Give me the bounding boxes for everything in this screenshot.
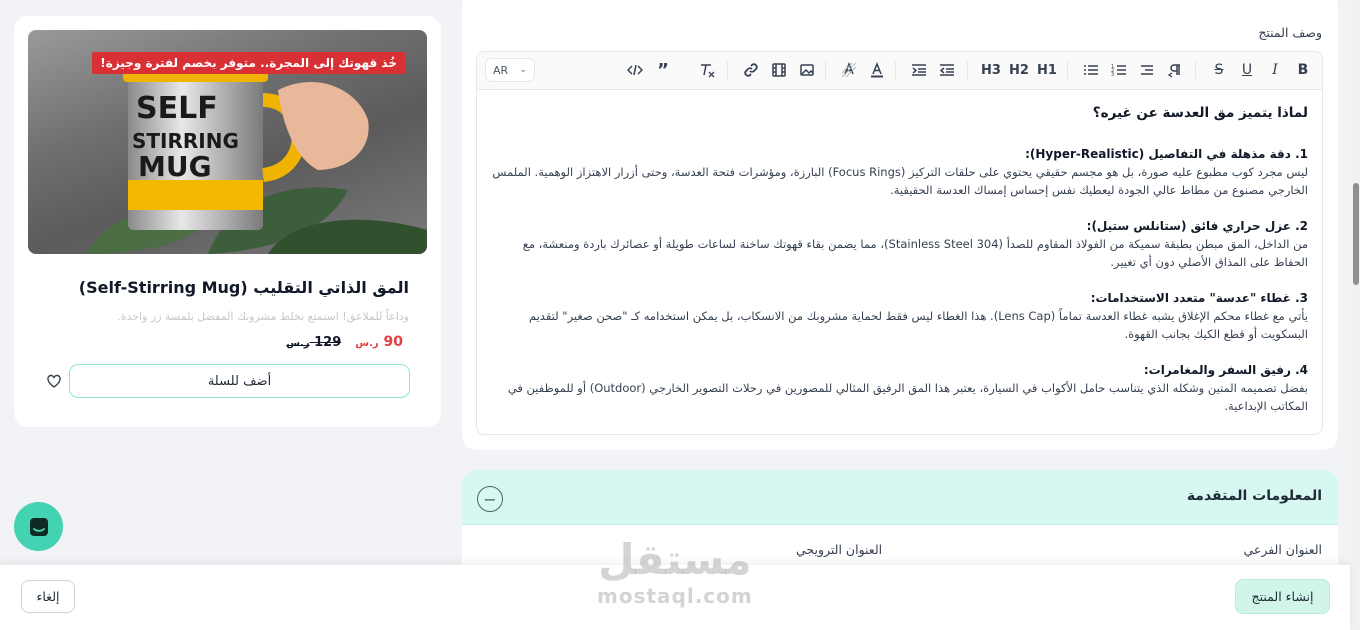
heading2-button[interactable]: H2 — [1009, 60, 1029, 80]
sale-price: 90 ر.س — [353, 334, 403, 350]
svg-text:3: 3 — [1111, 72, 1114, 78]
product-preview-card: SELF STIRRING MUG خُذ قهوتك إلى المجرة..… — [14, 16, 441, 427]
section-heading: 2. عزل حراري فائق (ستانلس ستيل): — [1086, 218, 1308, 233]
original-price-value: 129 — [314, 335, 342, 350]
product-name: المق الذاتي التقليب (Self-Stirring Mug) — [78, 278, 409, 297]
price-row: 90 ر.س 129 ر.س — [284, 334, 403, 350]
content-section: 1. دقة مذهلة في التفاصيل (Hyper-Realisti… — [491, 145, 1308, 200]
section-heading: 4. رفيق السفر والمغامرات: — [1143, 362, 1308, 377]
subtitle-label: العنوان الفرعي — [1243, 542, 1322, 557]
clear-format-icon[interactable] — [697, 60, 717, 80]
watermark: مستقل mostaql.com — [597, 535, 753, 609]
rich-text-editor[interactable]: B I U S 123 H1 H2 H3 ” AR ⌄ لماذا يتميز … — [476, 51, 1323, 435]
description-label: وصف المنتج — [1258, 25, 1322, 40]
outdent-icon[interactable] — [937, 60, 957, 80]
bold-button[interactable]: B — [1293, 60, 1313, 80]
section-body: يأتي مع غطاء محكم الإغلاق يشبه غطاء العد… — [528, 308, 1308, 342]
original-price: 129 ر.س — [284, 335, 341, 350]
editor-toolbar: B I U S 123 H1 H2 H3 ” AR ⌄ — [477, 52, 1322, 90]
ordered-list-icon[interactable]: 123 — [1109, 60, 1129, 80]
chevron-down-icon: ⌄ — [519, 65, 527, 75]
section-body: ليس مجرد كوب مطبوع عليه صورة، بل هو مجسم… — [492, 164, 1308, 198]
promo-title-label: العنوان الترويجي — [796, 542, 883, 557]
watermark-latin: mostaql.com — [597, 584, 753, 608]
cancel-button[interactable]: إلغاء — [21, 580, 75, 613]
highlight-icon[interactable] — [839, 60, 859, 80]
section-heading: 3. غطاء "عدسة" متعدد الاستخدامات: — [1090, 290, 1308, 305]
page-scrollbar-track[interactable] — [1350, 0, 1360, 630]
section-heading: 1. دقة مذهلة في التفاصيل (Hyper-Realisti… — [1025, 146, 1308, 161]
language-value: AR — [493, 63, 509, 77]
promo-badge: خُذ قهوتك إلى المجرة.. متوفر بخصم لفترة … — [92, 52, 405, 74]
toolbar-divider — [967, 61, 968, 79]
editor-content[interactable]: لماذا يتميز مق العدسة عن غيره؟ 1. دقة مذ… — [477, 90, 1322, 416]
paragraph-rtl-icon[interactable] — [1165, 60, 1185, 80]
heading3-button[interactable]: H3 — [981, 60, 1001, 80]
section-body: من الداخل، المق مبطن بطبقة سميكة من الفو… — [522, 236, 1308, 270]
mug-text-line1: SELF — [136, 91, 218, 126]
content-title: لماذا يتميز مق العدسة عن غيره؟ — [1092, 105, 1308, 121]
indent-icon[interactable] — [909, 60, 929, 80]
text-color-icon[interactable] — [867, 60, 887, 80]
quote-icon[interactable]: ” — [653, 60, 673, 81]
create-product-button[interactable]: إنشاء المنتج — [1235, 579, 1330, 614]
chat-icon — [29, 517, 48, 536]
strikethrough-button[interactable]: S — [1209, 60, 1229, 80]
heading1-button[interactable]: H1 — [1037, 60, 1057, 80]
section-body: بفضل تصميمه المتين وشكله الذي يتناسب حام… — [507, 380, 1308, 414]
add-to-cart-button[interactable]: أضف للسلة — [69, 364, 410, 398]
heart-icon[interactable] — [46, 373, 62, 389]
link-icon[interactable] — [741, 60, 761, 80]
minus-icon: − — [483, 489, 497, 509]
toolbar-divider — [1195, 61, 1196, 79]
currency-symbol: ر.س — [286, 338, 310, 349]
align-right-icon[interactable] — [1137, 60, 1157, 80]
toolbar-divider — [895, 61, 896, 79]
image-icon[interactable] — [797, 60, 817, 80]
content-section: 2. عزل حراري فائق (ستانلس ستيل): من الدا… — [491, 217, 1308, 272]
code-icon[interactable] — [625, 60, 645, 80]
watermark-arabic: مستقل — [598, 535, 752, 584]
product-image: SELF STIRRING MUG خُذ قهوتك إلى المجرة..… — [28, 30, 427, 254]
currency-symbol: ر.س — [355, 338, 379, 349]
toolbar-divider — [1067, 61, 1068, 79]
language-select[interactable]: AR ⌄ — [485, 58, 535, 82]
chat-support-button[interactable] — [14, 502, 63, 551]
sale-price-value: 90 — [383, 334, 403, 350]
product-description: وداعاً للملاعق! استمتع بخلط مشروبك المفض… — [117, 310, 409, 323]
page-scrollbar-thumb[interactable] — [1353, 183, 1359, 285]
toolbar-divider — [727, 61, 728, 79]
video-icon[interactable] — [769, 60, 789, 80]
content-section: 4. رفيق السفر والمغامرات: بفضل تصميمه ال… — [491, 361, 1308, 416]
mug-text-line3: MUG — [138, 150, 212, 183]
collapse-button[interactable]: − — [477, 486, 503, 512]
toolbar-divider — [825, 61, 826, 79]
underline-button[interactable]: U — [1237, 60, 1257, 80]
advanced-info-title: المعلومات المتقدمة — [1186, 488, 1322, 504]
advanced-info-header[interactable]: المعلومات المتقدمة − — [462, 470, 1338, 525]
product-description-card: وصف المنتج B I U S 123 H1 H2 H3 ” AR ⌄ ل… — [462, 0, 1338, 450]
bullet-list-icon[interactable] — [1081, 60, 1101, 80]
italic-button[interactable]: I — [1265, 60, 1285, 80]
content-section: 3. غطاء "عدسة" متعدد الاستخدامات: يأتي م… — [491, 289, 1308, 344]
